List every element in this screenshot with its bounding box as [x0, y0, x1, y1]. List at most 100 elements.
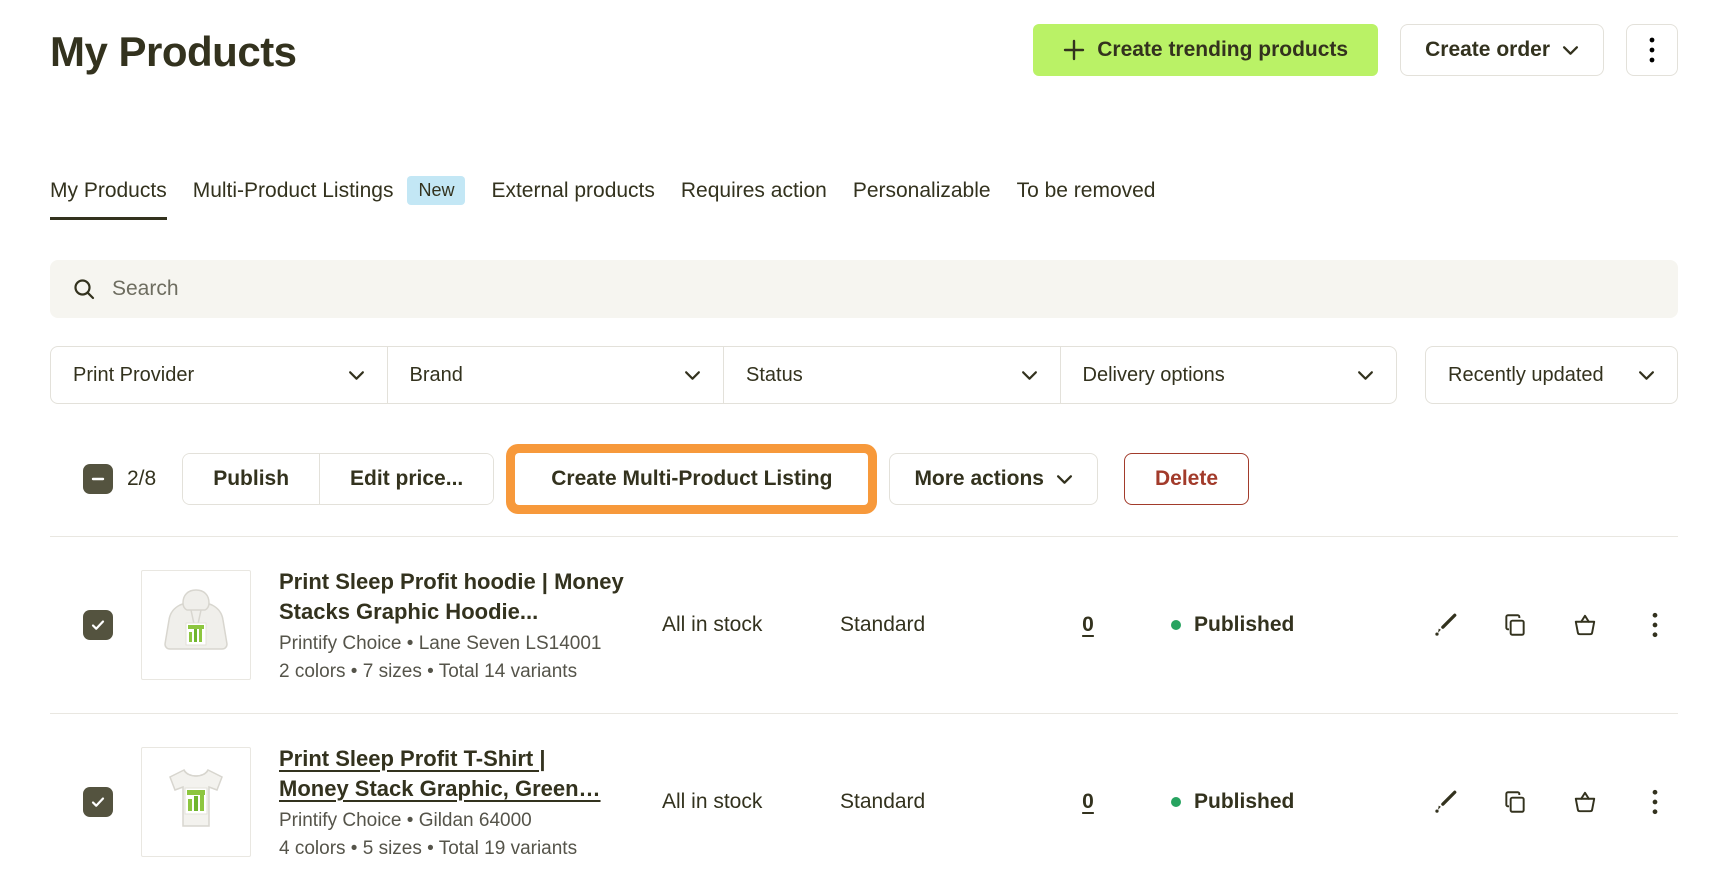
filter-brand[interactable]: Brand: [386, 346, 724, 404]
chevron-down-icon: [1562, 45, 1579, 55]
pen-icon: [1435, 790, 1457, 813]
duplicate-button[interactable]: [1499, 609, 1531, 641]
edit-price-button[interactable]: Edit price...: [319, 454, 494, 504]
product-row-hoodie: Print Sleep Profit hoodie | Money Stacks…: [50, 536, 1678, 713]
filter-status-label: Status: [746, 363, 803, 386]
delete-button[interactable]: Delete: [1123, 453, 1249, 505]
filter-delivery-options[interactable]: Delivery options: [1059, 346, 1397, 404]
highlight-ring: Create Multi-Product Listing: [506, 444, 878, 514]
page-header: My Products Create trending products Cre…: [50, 24, 1678, 76]
product-thumbnail-hoodie[interactable]: [141, 570, 251, 680]
row-kebab-menu-button[interactable]: [1639, 609, 1671, 641]
search-icon: [74, 279, 95, 300]
row-kebab-menu-button[interactable]: [1639, 786, 1671, 818]
product-variants: 2 colors • 7 sizes • Total 14 variants: [279, 661, 578, 682]
minus-icon: [91, 477, 105, 481]
edit-design-button[interactable]: [1429, 609, 1461, 641]
stock-status: All in stock: [662, 790, 763, 813]
filter-status[interactable]: Status: [723, 346, 1061, 404]
chevron-down-icon: [348, 370, 364, 380]
product-row-tshirt: Print Sleep Profit T-Shirt | Money Stack…: [50, 713, 1678, 890]
product-title[interactable]: Print Sleep Profit T-Shirt | Money Stack…: [279, 744, 634, 804]
filter-brand-label: Brand: [409, 363, 463, 386]
pen-icon: [1435, 613, 1457, 636]
tab-requires-action[interactable]: Requires action: [681, 179, 827, 220]
tab-multi-product-listings[interactable]: Multi-Product Listings New: [193, 176, 466, 222]
publish-button[interactable]: Publish: [183, 454, 320, 504]
chevron-down-icon: [685, 370, 700, 380]
chevron-down-icon: [1639, 370, 1654, 380]
create-trending-products-button[interactable]: Create trending products: [1033, 24, 1379, 76]
status-dot: [1171, 620, 1181, 630]
tab-to-be-removed[interactable]: To be removed: [1017, 179, 1156, 220]
order-sample-button[interactable]: [1569, 609, 1601, 641]
header-actions: Create trending products Create order: [1033, 24, 1678, 76]
create-multi-product-listing-button[interactable]: Create Multi-Product Listing: [515, 453, 869, 505]
publish-status-label: Published: [1194, 613, 1295, 636]
more-actions-label: More actions: [914, 467, 1044, 490]
kebab-icon: [1652, 789, 1658, 815]
product-title-line2: Money Stack Graphic, Green…: [279, 776, 601, 801]
header-kebab-menu-button[interactable]: [1626, 24, 1678, 76]
tab-personalizable[interactable]: Personalizable: [853, 179, 991, 220]
new-badge: New: [407, 176, 466, 205]
hoodie-image: [164, 589, 228, 650]
filter-group: Print Provider Brand Status Delivery opt…: [50, 346, 1397, 404]
tab-my-products[interactable]: My Products: [50, 179, 167, 220]
tshirt-image: [169, 768, 223, 827]
row-checkbox-checked[interactable]: [83, 787, 113, 817]
basket-icon: [1574, 614, 1596, 636]
delivery-option: Standard: [840, 613, 926, 636]
edit-design-button[interactable]: [1429, 786, 1461, 818]
my-products-page: My Products Create trending products Cre…: [0, 0, 1728, 890]
duplicate-button[interactable]: [1499, 786, 1531, 818]
product-info: Print Sleep Profit T-Shirt | Money Stack…: [279, 744, 634, 860]
search-input[interactable]: [112, 277, 1656, 301]
row-actions: [1429, 786, 1683, 818]
tab-multi-product-listings-label: Multi-Product Listings: [192, 178, 394, 202]
orders-count-link[interactable]: 0: [1082, 613, 1094, 637]
bulk-button-group: Publish Edit price...: [182, 453, 495, 505]
create-trending-products-label: Create trending products: [1097, 38, 1349, 61]
tab-my-products-label: My Products: [50, 178, 167, 202]
tab-external-products[interactable]: External products: [491, 179, 654, 220]
product-provider: Printify Choice • Gildan 64000: [279, 810, 532, 831]
product-thumbnail-tshirt[interactable]: [141, 747, 251, 857]
order-sample-button[interactable]: [1569, 786, 1601, 818]
basket-icon: [1574, 791, 1596, 813]
filter-row: Print Provider Brand Status Delivery opt…: [50, 346, 1678, 404]
sort-select[interactable]: Recently updated: [1425, 346, 1678, 404]
product-title-line1: Print Sleep Profit T-Shirt |: [279, 746, 546, 771]
chevron-down-icon: [1358, 370, 1373, 380]
search-bar: [50, 260, 1678, 318]
selection-count: 2/8: [127, 467, 157, 490]
checkmark-icon: [91, 620, 105, 630]
product-title[interactable]: Print Sleep Profit hoodie | Money Stacks…: [279, 567, 634, 627]
kebab-icon: [1652, 612, 1658, 638]
tab-bar: My Products Multi-Product Listings New E…: [50, 176, 1678, 222]
create-order-button[interactable]: Create order: [1400, 24, 1604, 76]
tab-to-be-removed-label: To be removed: [1016, 178, 1156, 202]
orders-count-link[interactable]: 0: [1082, 790, 1094, 814]
row-actions: [1429, 609, 1683, 641]
bulk-action-bar: 2/8 Publish Edit price... Create Multi-P…: [50, 444, 1678, 514]
tab-personalizable-label: Personalizable: [852, 178, 991, 202]
filter-print-provider[interactable]: Print Provider: [50, 346, 388, 404]
publish-status-label: Published: [1194, 790, 1295, 813]
product-title-line2: Stacks Graphic Hoodie...: [279, 599, 539, 624]
filter-delivery-options-label: Delivery options: [1082, 363, 1225, 386]
tab-requires-action-label: Requires action: [680, 178, 827, 202]
kebab-icon: [1649, 37, 1655, 63]
status-dot: [1171, 797, 1181, 807]
page-title: My Products: [50, 28, 297, 75]
delivery-option: Standard: [840, 790, 926, 813]
stock-status: All in stock: [662, 613, 763, 636]
product-title-line1: Print Sleep Profit hoodie | Money: [279, 569, 624, 594]
select-all-checkbox-indeterminate[interactable]: [83, 464, 113, 494]
checkmark-icon: [91, 797, 105, 807]
publish-status: Published: [1171, 790, 1401, 814]
more-actions-button[interactable]: More actions: [889, 453, 1098, 505]
row-checkbox-checked[interactable]: [83, 610, 113, 640]
chevron-down-icon: [1021, 370, 1037, 380]
copy-icon: [1505, 614, 1525, 636]
